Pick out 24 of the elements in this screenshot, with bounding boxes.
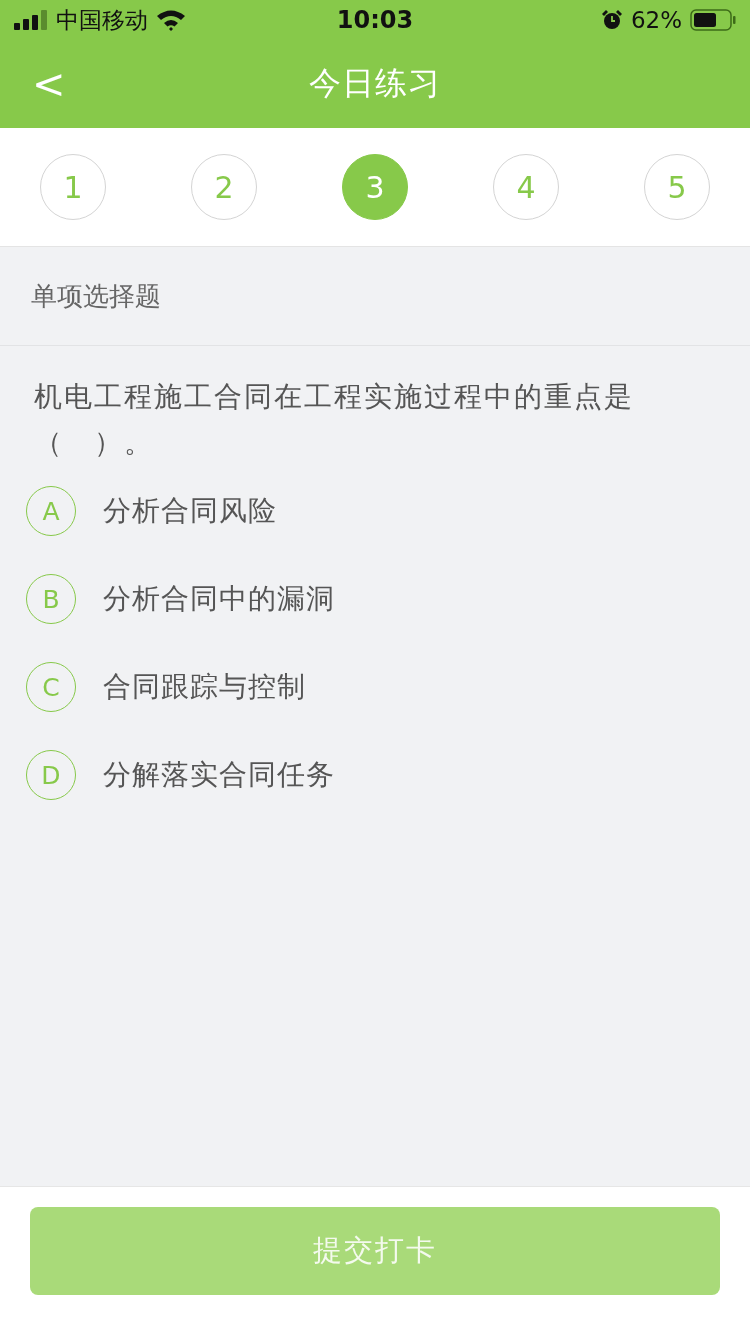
carrier-name: 中国移动 — [56, 5, 148, 35]
battery-percent: 62% — [630, 7, 682, 33]
wifi-icon — [156, 9, 186, 31]
question-type-label: 单项选择题 — [31, 279, 161, 313]
question-number-button[interactable]: 1 — [40, 154, 106, 220]
option-letter-button[interactable]: D — [26, 750, 76, 800]
question-text: 机电工程施工合同在工程实施过程中的重点是（ ）。 — [33, 379, 635, 461]
question-number-button[interactable]: 3 — [342, 154, 408, 220]
question-number-button[interactable]: 2 — [191, 154, 257, 220]
option-letter-button[interactable]: A — [26, 486, 76, 536]
option-letter-button[interactable]: B — [26, 574, 76, 624]
back-button[interactable]: < — [26, 62, 72, 106]
option-text[interactable]: 分解落实合同任务 — [103, 756, 335, 794]
page-title: 今日练习 — [309, 63, 441, 104]
option-text[interactable]: 分析合同风险 — [103, 492, 277, 530]
status-time: 10:03 — [336, 6, 414, 34]
question-number-button[interactable]: 4 — [493, 154, 559, 220]
option-text[interactable]: 分析合同中的漏洞 — [103, 580, 335, 618]
battery-icon — [690, 9, 736, 31]
signal-icon — [14, 10, 48, 30]
option-letter-button[interactable]: C — [26, 662, 76, 712]
option-text[interactable]: 合同跟踪与控制 — [103, 668, 306, 706]
question-number-button[interactable]: 5 — [644, 154, 710, 220]
alarm-clock-icon — [600, 9, 623, 31]
